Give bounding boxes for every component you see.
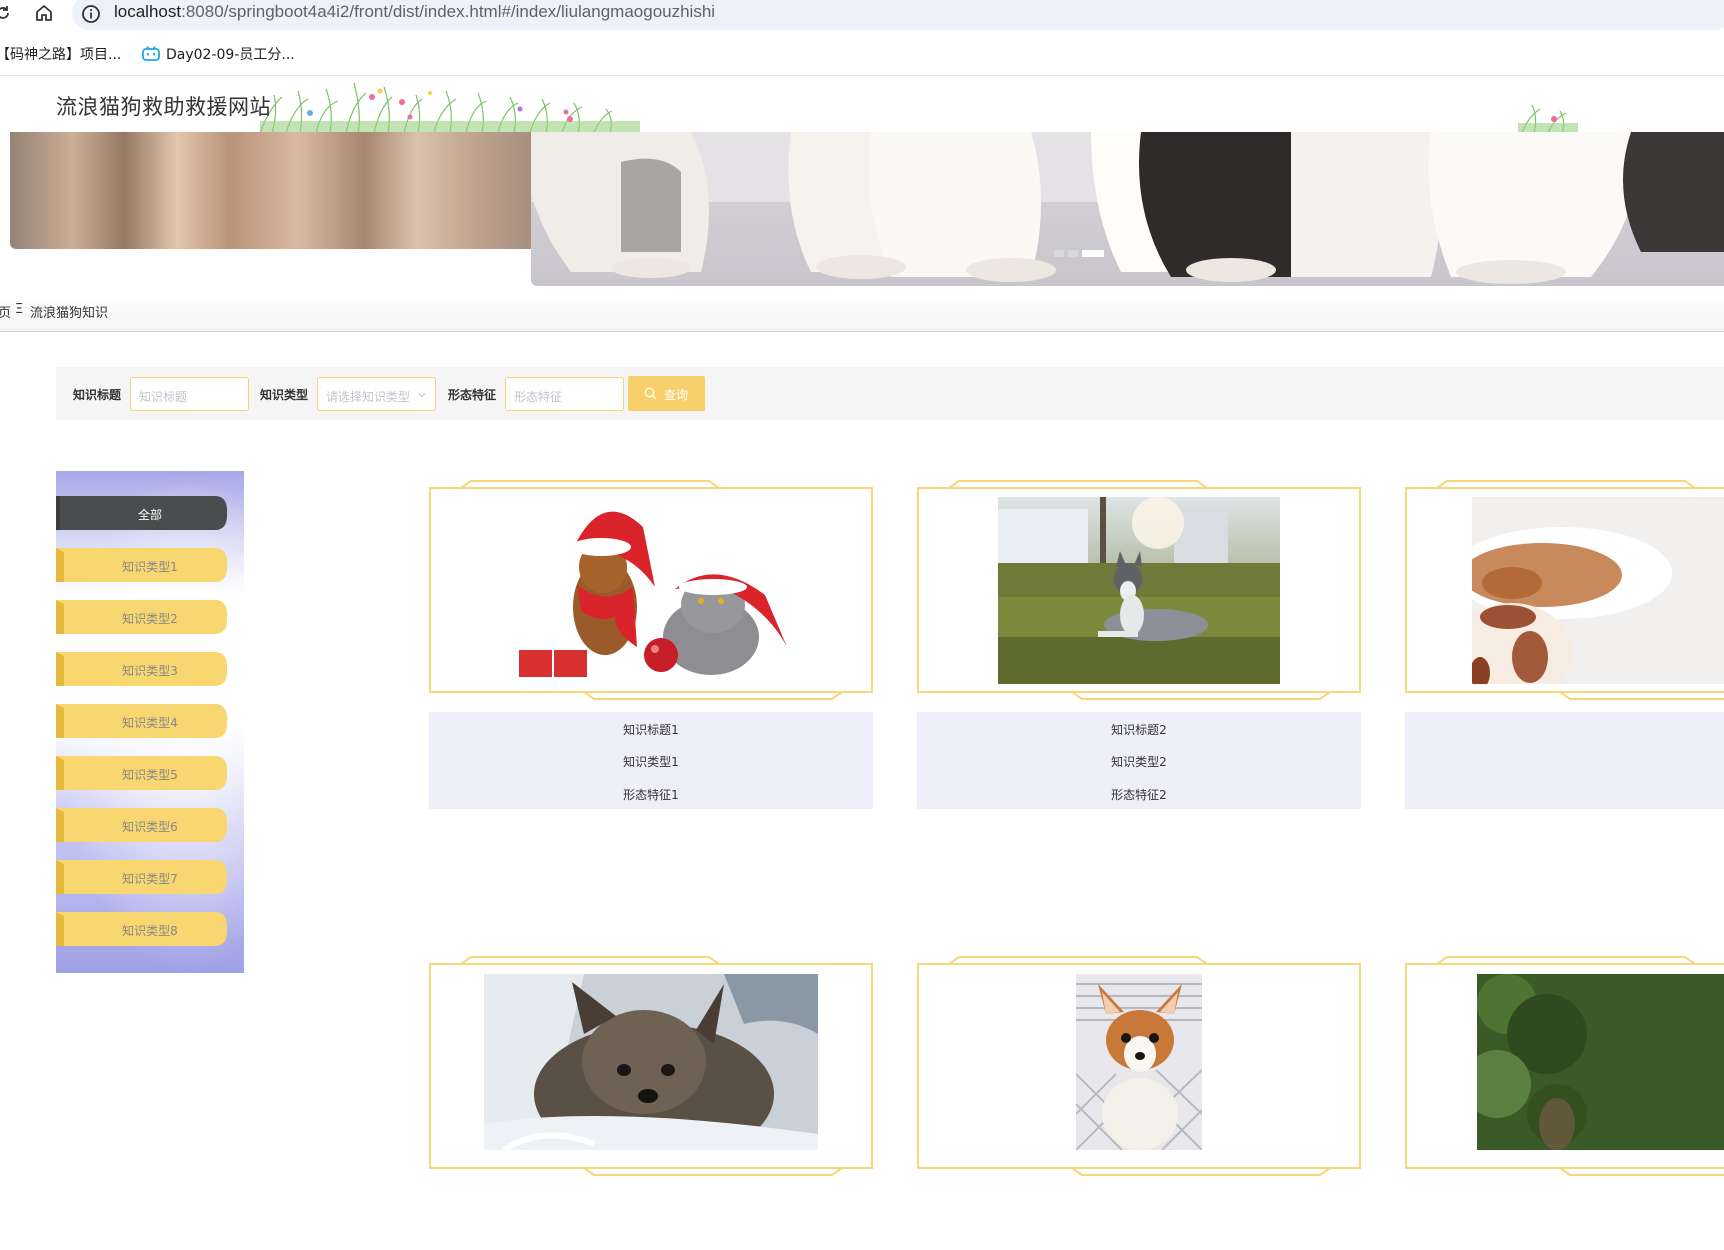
knowledge-card[interactable]	[429, 956, 873, 1178]
breadcrumb-separator-icon: Ξ	[15, 302, 24, 317]
category-tab[interactable]: 知识类型3	[56, 652, 228, 686]
breadcrumb-home[interactable]: 页	[0, 302, 11, 321]
bookmark-item[interactable]: Day02-09-员工分...	[142, 44, 295, 64]
category-tab[interactable]: 知识类型2	[56, 600, 228, 634]
feature-label: 形态特征	[448, 388, 497, 402]
category-tab[interactable]: 知识类型7	[56, 860, 228, 894]
card-info[interactable]	[1405, 712, 1724, 809]
card-type: 知识类型2	[1111, 755, 1167, 769]
type-label: 知识类型	[260, 388, 309, 402]
card-feature: 形态特征1	[623, 788, 679, 802]
breadcrumb: 页 Ξ 流浪猫狗知识	[0, 292, 1724, 332]
card-title: 知识标题1	[623, 723, 679, 737]
bookmark-label: Day02-09-员工分...	[166, 47, 295, 63]
title-label: 知识标题	[73, 388, 122, 402]
card-image-chihuahua[interactable]	[1076, 974, 1202, 1150]
category-tab[interactable]: 知识类型6	[56, 808, 228, 842]
category-sidebar: 全部 知识类型1 知识类型2 知识类型3 知识类型4 知识类型5 知识类型6 知…	[56, 471, 244, 973]
category-tab[interactable]: 知识类型1	[56, 548, 228, 582]
search-button-label: 查询	[664, 388, 689, 402]
browser-toolbar: localhost:8080/springboot4a4i2/front/dis…	[0, 0, 1724, 30]
feature-input[interactable]: 形态特征	[505, 377, 624, 411]
bilibili-icon	[142, 46, 160, 61]
reload-icon[interactable]	[0, 4, 12, 22]
banner-carousel[interactable]	[0, 132, 1724, 292]
grass-decoration	[1518, 104, 1578, 133]
address-bar[interactable]: localhost:8080/springboot4a4i2/front/dis…	[72, 0, 1724, 30]
search-button[interactable]: 查询	[628, 376, 705, 411]
site-header: 流浪猫狗救助救援网站	[0, 77, 1724, 133]
category-label: 知识类型5	[122, 768, 178, 782]
search-form: 知识标题 知识标题 知识类型 请选择知识类型 形态特征 形态特征 查询	[56, 367, 1724, 420]
carousel-dot[interactable]	[1054, 250, 1064, 257]
type-select[interactable]: 请选择知识类型	[317, 377, 436, 411]
chevron-down-icon	[418, 393, 426, 398]
category-label: 知识类型2	[122, 612, 178, 626]
category-tab[interactable]: 知识类型5	[56, 756, 228, 790]
category-tab-all[interactable]: 全部	[56, 496, 228, 530]
home-icon[interactable]	[34, 3, 54, 23]
site-title: 流浪猫狗救助救援网站	[56, 95, 271, 119]
knowledge-card[interactable]	[917, 480, 1361, 702]
knowledge-card[interactable]	[429, 480, 873, 702]
category-label: 全部	[137, 508, 162, 522]
category-tab[interactable]: 知识类型8	[56, 912, 228, 946]
card-image-spotted-puppy[interactable]	[1472, 497, 1724, 684]
category-label: 知识类型6	[122, 820, 178, 834]
category-label: 知识类型3	[122, 664, 178, 678]
search-icon	[644, 387, 657, 400]
knowledge-card[interactable]	[917, 956, 1361, 1178]
card-image-yorkie-puppy[interactable]	[484, 974, 818, 1150]
category-label: 知识类型7	[122, 872, 178, 886]
carousel-dot-active[interactable]	[1082, 250, 1104, 257]
card-type: 知识类型1	[623, 755, 679, 769]
bookmarks-bar: 【码神之路】项目... Day02-09-员工分...	[0, 30, 1724, 76]
card-image-husky[interactable]	[998, 497, 1280, 684]
banner-slide-current[interactable]	[531, 132, 1724, 286]
card-info[interactable]: 知识标题1 知识类型1 形态特征1	[429, 712, 873, 809]
breadcrumb-current: 流浪猫狗知识	[30, 306, 109, 321]
grass-decoration	[260, 82, 640, 133]
title-input[interactable]: 知识标题	[130, 377, 249, 411]
banner-slide-previous[interactable]	[10, 132, 532, 249]
type-select-placeholder: 请选择知识类型	[326, 390, 411, 404]
category-label: 知识类型1	[122, 560, 178, 574]
category-tab[interactable]: 知识类型4	[56, 704, 228, 738]
carousel-indicators[interactable]	[1054, 250, 1108, 258]
category-label: 知识类型8	[122, 924, 178, 938]
knowledge-card[interactable]	[1405, 956, 1724, 1178]
category-label: 知识类型4	[122, 716, 178, 730]
knowledge-card[interactable]	[1405, 480, 1724, 702]
card-title: 知识标题2	[1111, 723, 1167, 737]
url-text: localhost:8080/springboot4a4i2/front/dis…	[114, 2, 716, 21]
card-image-dog-cat-christmas[interactable]	[515, 497, 797, 684]
card-info[interactable]: 知识标题2 知识类型2 形态特征2	[917, 712, 1361, 809]
card-feature: 形态特征2	[1111, 788, 1167, 802]
bookmark-item[interactable]: 【码神之路】项目...	[0, 44, 121, 64]
site-info-icon[interactable]	[81, 4, 101, 24]
carousel-dot[interactable]	[1068, 250, 1078, 257]
card-image-dog-in-foliage[interactable]	[1477, 974, 1724, 1150]
